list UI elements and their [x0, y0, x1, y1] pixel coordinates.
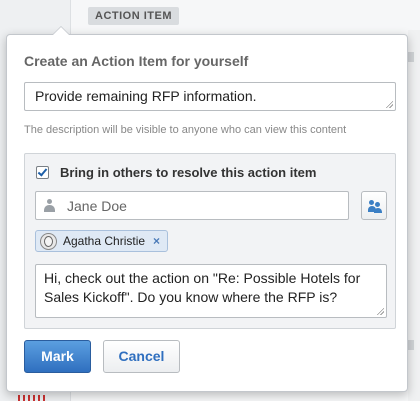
description-value: Provide remaining RFP information. — [35, 88, 257, 104]
action-item-popup: Create an Action Item for yourself Provi… — [6, 26, 408, 392]
background-indicator — [18, 395, 46, 401]
message-value: Hi, check out the action on "Re: Possibl… — [44, 270, 361, 305]
bring-in-others-label[interactable]: Bring in others to resolve this action i… — [60, 165, 316, 180]
resize-handle[interactable] — [376, 307, 384, 315]
bring-in-others-section: Bring in others to resolve this action i… — [24, 153, 396, 329]
resize-handle[interactable] — [385, 100, 393, 108]
mark-button[interactable]: Mark — [24, 340, 91, 373]
description-help-text: The description will be visible to anyon… — [24, 124, 347, 136]
description-input[interactable]: Provide remaining RFP information. — [24, 82, 396, 111]
person-icon — [43, 199, 56, 212]
selected-person-name: Agatha Christie — [63, 234, 146, 248]
selected-person-chip: Agatha Christie × — [35, 230, 169, 252]
remove-icon[interactable]: × — [153, 234, 160, 248]
popup-arrow-fill — [53, 27, 69, 35]
cancel-button[interactable]: Cancel — [103, 340, 180, 373]
checkbox-check-icon — [37, 166, 48, 177]
message-textarea[interactable]: Hi, check out the action on "Re: Possibl… — [35, 264, 387, 318]
popup-title: Create an Action Item for yourself — [24, 53, 249, 69]
background-marker — [408, 52, 414, 62]
avatar — [40, 232, 57, 250]
people-search-input[interactable]: Jane Doe — [35, 191, 349, 220]
bring-in-others-checkbox[interactable] — [36, 166, 49, 179]
people-search-placeholder: Jane Doe — [67, 198, 127, 214]
background-marker — [408, 340, 414, 350]
people-picker-icon — [368, 199, 382, 213]
action-item-tab[interactable]: ACTION ITEM — [88, 7, 179, 25]
people-picker-button[interactable] — [361, 191, 387, 220]
